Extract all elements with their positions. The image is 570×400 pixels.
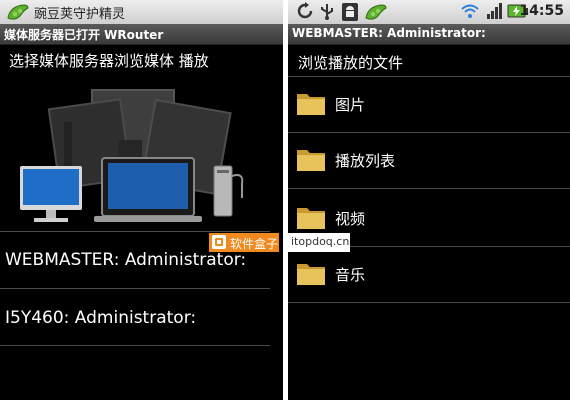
signal-icon — [487, 3, 502, 19]
clock: 14:55 — [519, 3, 564, 19]
divider — [0, 288, 270, 289]
pea-icon — [365, 4, 387, 20]
monitor-icon — [20, 166, 82, 222]
android-icon — [342, 3, 358, 21]
watermark-url: itopdoq.cn — [291, 235, 350, 248]
folder-icon — [297, 264, 325, 285]
title-bar: 媒体服务器已打开 WRouter — [0, 24, 283, 45]
folder-item-music[interactable]: 音乐 — [288, 246, 570, 302]
status-bar: 豌豆荚守护精灵 — [0, 0, 283, 25]
folder-label: 视频 — [335, 210, 366, 228]
title-bar: WEBMASTER: Administrator: — [288, 24, 570, 45]
left-screen: 豌豆荚守护精灵 媒体服务器已打开 WRouter 选择媒体服务器浏览媒体 播放 — [0, 0, 283, 400]
folder-label: 图片 — [335, 96, 366, 114]
folder-label: 播放列表 — [335, 152, 396, 170]
wifi-icon — [461, 4, 479, 18]
external-drive-icon — [213, 165, 244, 217]
folder-label: 音乐 — [335, 266, 366, 284]
folder-icon — [297, 150, 325, 171]
server-item[interactable]: I5Y460: Administrator: — [5, 308, 196, 328]
folder-item-playlists[interactable]: 播放列表 — [288, 132, 570, 188]
divider — [288, 188, 570, 189]
browse-header: 浏览播放的文件 — [298, 54, 404, 72]
usb-icon — [321, 4, 333, 20]
status-bar: 14:55 — [288, 0, 570, 25]
folder-icon — [297, 208, 325, 229]
right-screen: 14:55 WEBMASTER: Administrator: 浏览播放的文件 … — [288, 0, 570, 400]
pea-icon — [7, 4, 29, 20]
divider — [0, 231, 270, 232]
media-devices-illustration — [20, 89, 244, 222]
folder-item-pictures[interactable]: 图片 — [288, 76, 570, 132]
app-title: 媒体服务器已打开 WRouter — [4, 28, 164, 42]
server-item[interactable]: WEBMASTER: Administrator: — [5, 250, 246, 270]
watermark-brand: 软件盒子 — [230, 237, 279, 251]
media-server-prompt: 选择媒体服务器浏览媒体 播放 — [9, 52, 209, 70]
folder-icon — [297, 94, 325, 115]
laptop-icon — [94, 157, 202, 222]
watermark-logo-icon — [212, 235, 226, 249]
sync-icon — [297, 2, 313, 19]
divider — [288, 302, 570, 303]
server-title: WEBMASTER: Administrator: — [292, 26, 486, 40]
divider — [0, 345, 270, 346]
notification-text: 豌豆荚守护精灵 — [34, 7, 126, 22]
